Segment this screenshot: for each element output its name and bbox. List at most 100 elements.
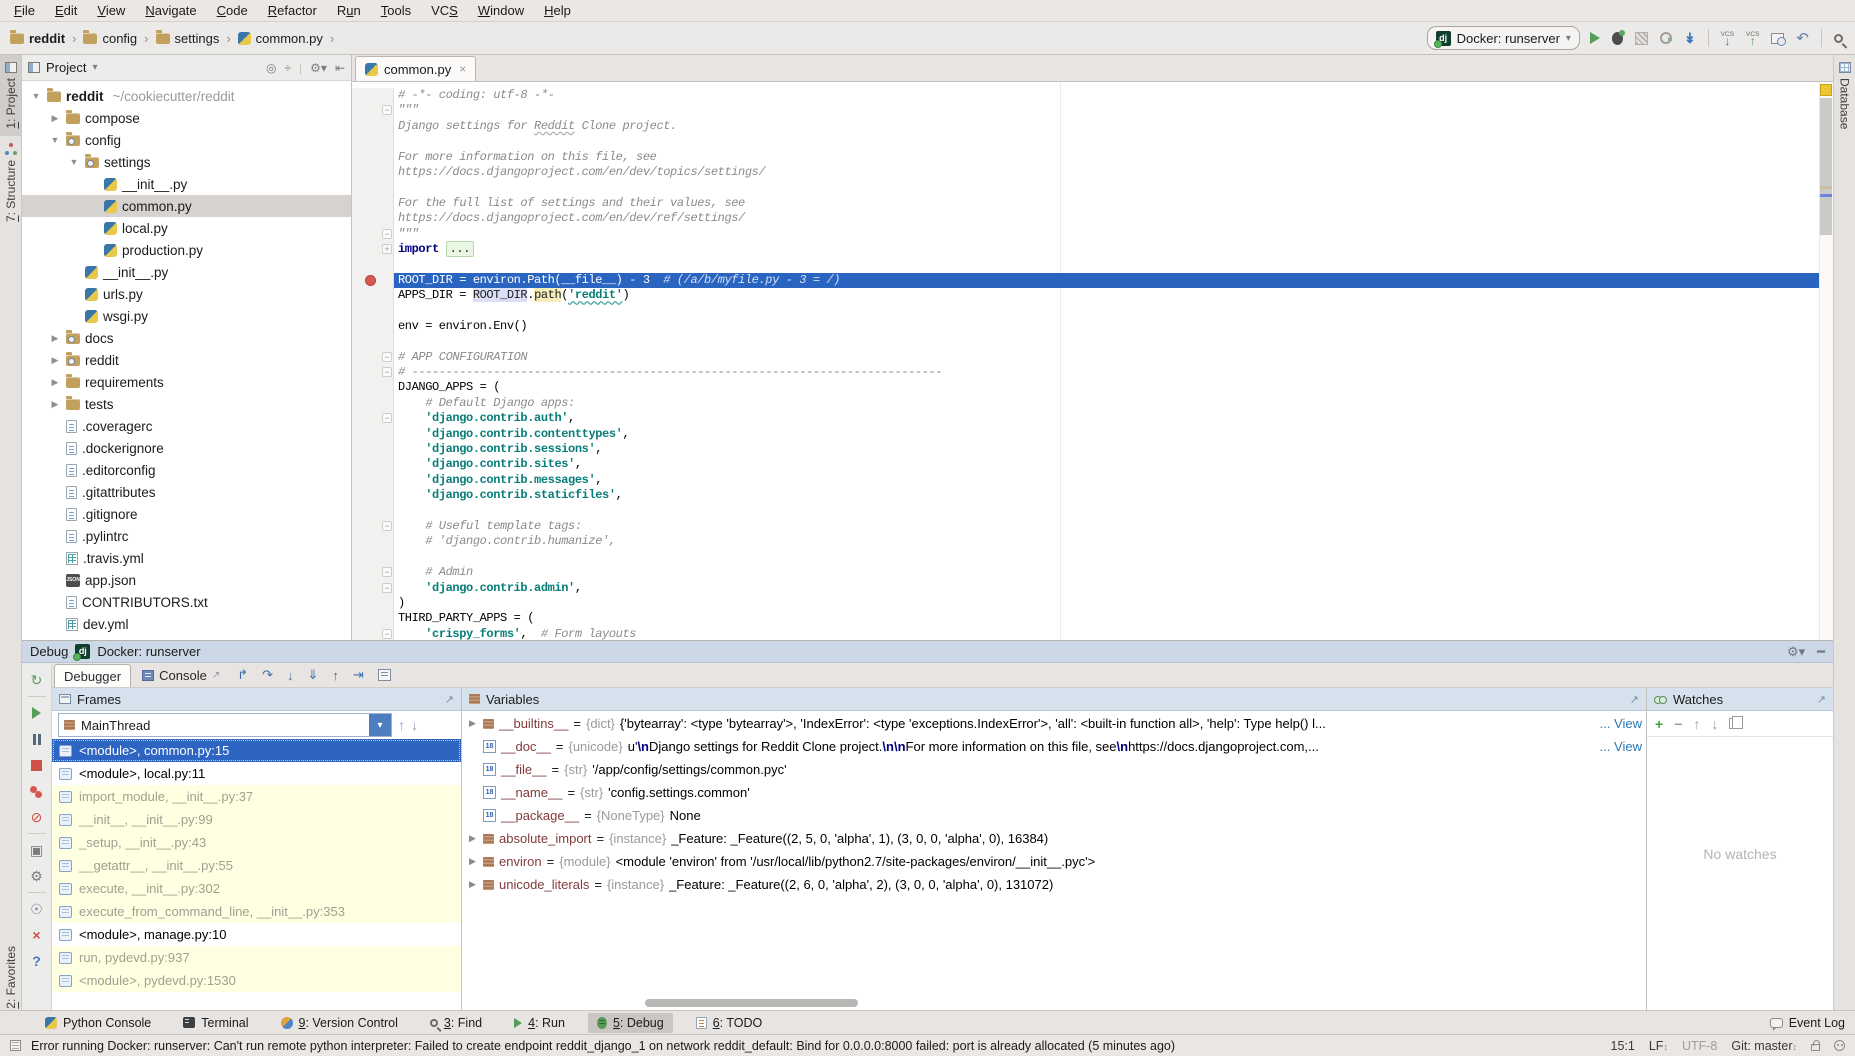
step-over-icon[interactable]: ↷ [256,667,279,683]
editor-gutter[interactable]: − [352,365,394,380]
tool-window-button-6-todo[interactable]: 6: TODO [687,1013,772,1033]
code-line[interactable]: −""" [352,103,1819,118]
variable-row[interactable]: 18__file__ = {str}'/app/config/settings/… [462,758,1646,781]
variable-row[interactable]: 18__doc__ = {unicode}u'\nDjango settings… [462,735,1646,758]
fold-toggle-icon[interactable]: − [382,367,392,377]
code-line[interactable] [352,180,1819,195]
editor-gutter[interactable] [352,611,394,626]
tool-window-button-3-find[interactable]: 3: Find [421,1013,491,1033]
settings-icon[interactable]: ⚙ [22,863,51,889]
menu-item-tools[interactable]: Tools [371,1,421,20]
editor-gutter[interactable] [352,488,394,503]
tool-window-button-4-run[interactable]: 4: Run [505,1013,574,1033]
editor-gutter[interactable] [352,596,394,611]
variable-row[interactable]: ▶absolute_import = {instance}_Feature: _… [462,827,1646,850]
tree-item-requirements[interactable]: ▶requirements [22,371,351,393]
tree-item--pylintrc[interactable]: .pylintrc [22,525,351,547]
scrollbar-thumb[interactable] [1820,98,1832,235]
tree-item-docs[interactable]: ▶docs [22,327,351,349]
tree-item--editorconfig[interactable]: .editorconfig [22,459,351,481]
editor-gutter[interactable] [352,119,394,134]
code-line[interactable]: # Default Django apps: [352,396,1819,411]
tree-item-CONTRIBUTORS-txt[interactable]: CONTRIBUTORS.txt [22,591,351,613]
editor-gutter[interactable]: − [352,627,394,640]
code-line[interactable] [352,257,1819,272]
tool-window-button-7-structure[interactable]: 7: Structure [0,136,21,229]
fold-toggle-icon[interactable]: − [382,105,392,115]
variable-row[interactable]: ▶environ = {module}<module 'environ' fro… [462,850,1646,873]
variable-row[interactable]: ▶__builtins__ = {dict}{'bytearray': <typ… [462,712,1646,735]
hide-panel-icon[interactable]: ⇤ [335,61,345,75]
frame-row[interactable]: <module>, local.py:11 [52,762,461,785]
frame-row[interactable]: __getattr__, __init__.py:55 [52,854,461,877]
frame-row[interactable]: run, pydevd.py:937 [52,946,461,969]
variable-row[interactable]: 18__package__ = {NoneType}None [462,804,1646,827]
menu-item-help[interactable]: Help [534,1,581,20]
frame-row[interactable]: import_module, __init__.py:37 [52,785,461,808]
fold-toggle-icon[interactable]: − [382,413,392,423]
remove-watch-icon[interactable]: − [1674,716,1682,732]
editor-tab-common-py[interactable]: common.py × [355,56,476,81]
gear-icon[interactable]: ⚙▾ [1787,644,1805,660]
code-line[interactable] [352,134,1819,149]
editor-gutter[interactable]: − [352,350,394,365]
fold-toggle-icon[interactable]: − [382,229,392,239]
frame-row[interactable]: <module>, common.py:15 [52,739,461,762]
float-panel-icon[interactable]: ↗ [445,693,454,706]
add-watch-icon[interactable]: + [1655,716,1663,732]
editor-gutter[interactable] [352,427,394,442]
stripe-mark-tan[interactable] [1820,186,1832,189]
caret-position[interactable]: 15:1 [1611,1039,1635,1053]
editor-gutter[interactable] [352,257,394,272]
tree-item-dev-yml[interactable]: dev.yml [22,613,351,635]
editor-gutter[interactable] [352,211,394,226]
lock-icon[interactable] [1811,1044,1820,1051]
expand-icon[interactable]: ▶ [467,856,478,867]
frame-row[interactable]: execute_from_command_line, __init__.py:3… [52,900,461,923]
tool-window-toggle-icon[interactable] [10,1040,21,1051]
search-icon[interactable] [1834,34,1843,43]
menu-item-edit[interactable]: Edit [45,1,87,20]
expand-icon[interactable]: ▶ [49,399,61,410]
thread-dropdown[interactable]: MainThread ▾ [58,713,392,737]
tool-window-button-python-console[interactable]: Python Console [36,1013,160,1033]
breadcrumb-item-reddit[interactable]: reddit [8,30,67,47]
variable-row[interactable]: 18__name__ = {str}'config.settings.commo… [462,781,1646,804]
editor-gutter[interactable] [352,134,394,149]
variable-row[interactable]: ▶unicode_literals = {instance}_Feature: … [462,873,1646,896]
tree-item-compose[interactable]: ▶compose [22,107,351,129]
editor-gutter[interactable]: − [352,519,394,534]
fold-toggle-icon[interactable]: − [382,583,392,593]
tree-item--gitignore[interactable]: .gitignore [22,503,351,525]
float-panel-icon[interactable]: ↗ [1817,693,1826,706]
expand-icon[interactable]: ▶ [49,355,61,366]
editor-gutter[interactable] [352,319,394,334]
step-into-icon[interactable]: ↓ [281,668,300,683]
code-line[interactable]: https://docs.djangoproject.com/en/dev/re… [352,211,1819,226]
close-icon[interactable]: × [22,922,51,948]
tree-item-__init__-py[interactable]: __init__.py [22,173,351,195]
code-line[interactable]: env = environ.Env() [352,319,1819,334]
run-icon[interactable] [1590,32,1600,44]
vcs-commit-icon[interactable]: VCS↑ [1746,32,1759,44]
frame-row[interactable]: __init__, __init__.py:99 [52,808,461,831]
fold-toggle-icon[interactable]: − [382,629,392,639]
profiler-icon[interactable] [1660,32,1672,44]
tree-item--travis-yml[interactable]: .travis.yml [22,547,351,569]
editor-gutter[interactable] [352,396,394,411]
collapse-all-icon[interactable]: ÷ [284,61,291,75]
editor-gutter[interactable]: − [352,565,394,580]
fold-toggle-icon[interactable]: − [382,521,392,531]
expand-icon[interactable]: ▶ [467,833,478,844]
view-link[interactable]: ... View [1592,712,1642,735]
tool-window-button-1-project[interactable]: 1: Project [0,55,21,136]
editor-gutter[interactable] [352,196,394,211]
code-area[interactable]: # -*- coding: utf-8 -*-−"""Django settin… [352,88,1819,640]
collapse-icon[interactable]: ▼ [30,91,42,101]
code-line[interactable]: −""" [352,227,1819,242]
code-line[interactable]: 'django.contrib.messages', [352,473,1819,488]
help-icon[interactable]: ? [22,948,51,974]
menu-item-view[interactable]: View [87,1,135,20]
code-line[interactable] [352,334,1819,349]
editor-gutter[interactable]: − [352,581,394,596]
